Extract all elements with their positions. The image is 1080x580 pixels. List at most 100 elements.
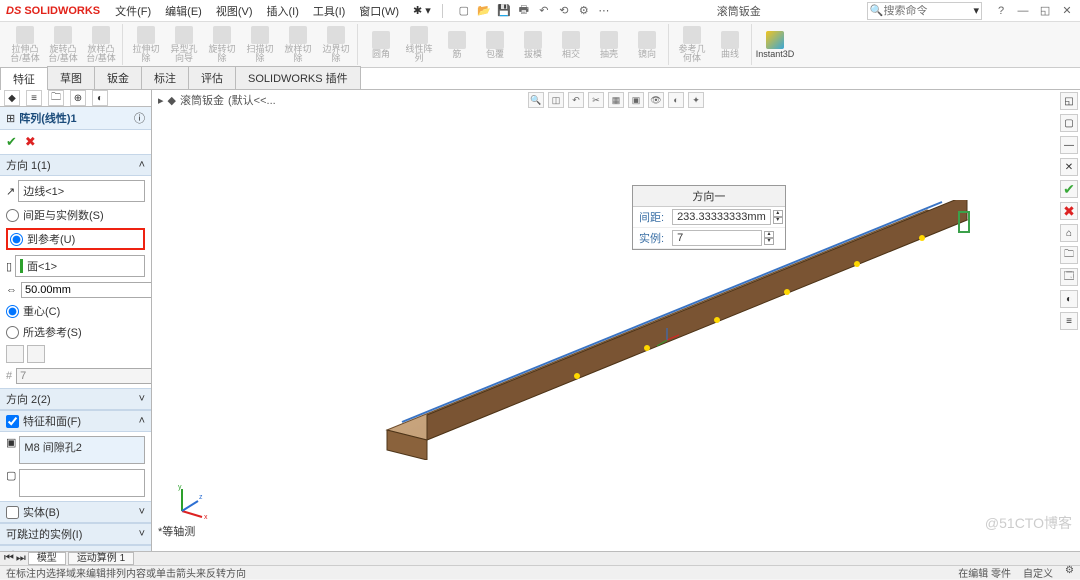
- fillet-button[interactable]: 圆角: [364, 25, 398, 65]
- menu-tools[interactable]: 工具(I): [308, 3, 350, 19]
- rib-button[interactable]: 筋: [440, 25, 474, 65]
- faces-list-box[interactable]: [19, 469, 145, 497]
- expand-icon[interactable]: ˅: [139, 528, 145, 540]
- boundary-cut-button[interactable]: 边界切除: [319, 25, 353, 65]
- callout-count-value[interactable]: 7: [672, 230, 762, 246]
- doc-max-icon[interactable]: ▢: [1060, 114, 1078, 132]
- tab-features[interactable]: 特征: [0, 67, 48, 90]
- pm-tab-property[interactable]: ≡: [26, 90, 42, 106]
- spacing-input[interactable]: [21, 282, 152, 298]
- more-icon[interactable]: ⋯: [597, 4, 611, 18]
- callout-spacing-spinner[interactable]: ▴▾: [773, 210, 783, 224]
- edge-selection-box[interactable]: 边线<1>: [18, 180, 145, 202]
- close-icon[interactable]: ✕: [1060, 4, 1074, 18]
- extrude-boss-button[interactable]: 拉伸凸台/基体: [8, 25, 42, 65]
- view-orientation-icon[interactable]: ▦: [608, 92, 624, 108]
- section-features-header[interactable]: 特征和面(F)˄: [0, 410, 151, 432]
- loft-boss-button[interactable]: 放样凸台/基体: [84, 25, 118, 65]
- new-icon[interactable]: ▢: [457, 4, 471, 18]
- scene-icon[interactable]: ✦: [688, 92, 704, 108]
- doc-restore-icon[interactable]: ◱: [1060, 92, 1078, 110]
- ref-geom-button[interactable]: 参考几何体: [675, 25, 709, 65]
- sweep-cut-button[interactable]: 扫描切除: [243, 25, 277, 65]
- task-pane-appearance-icon[interactable]: ◐: [1060, 290, 1078, 308]
- revolve-cut-button[interactable]: 旋转切除: [205, 25, 239, 65]
- shell-button[interactable]: 抽壳: [592, 25, 626, 65]
- pm-help-icon[interactable]: ⓘ: [134, 110, 145, 126]
- extrude-cut-button[interactable]: 拉伸切除: [129, 25, 163, 65]
- features-list-box[interactable]: M8 间隙孔2: [19, 436, 145, 464]
- doc-min-icon[interactable]: —: [1060, 136, 1078, 154]
- face-icon[interactable]: ▯: [6, 260, 12, 273]
- pattern-callout[interactable]: 方向一 间距: 233.33333333mm ▴▾ 实例: 7 ▴▾: [632, 185, 786, 250]
- menu-file[interactable]: 文件(F): [110, 3, 156, 19]
- view-triad[interactable]: x y z: [172, 481, 212, 521]
- face-selection-box[interactable]: 面<1>: [15, 255, 145, 277]
- tab-sheetmetal[interactable]: 钣金: [94, 66, 142, 89]
- menu-view[interactable]: 视图(V): [211, 3, 258, 19]
- breadcrumb[interactable]: ▸ ◆ 滚筒钣金 (默认<<...: [158, 92, 276, 108]
- tab-sketch[interactable]: 草图: [47, 66, 95, 89]
- tab-addins[interactable]: SOLIDWORKS 插件: [235, 66, 361, 89]
- draft-button[interactable]: 拔模: [516, 25, 550, 65]
- options-icon[interactable]: ⚙: [577, 4, 591, 18]
- menu-insert[interactable]: 插入(I): [262, 3, 304, 19]
- callout-spacing-value[interactable]: 233.33333333mm: [672, 209, 771, 225]
- graphics-area[interactable]: ▸ ◆ 滚筒钣金 (默认<<... 🔍 ◫ ↶ ✂ ▦ ▣ 👁 ◐ ✦ ◱ ▢ …: [152, 90, 1080, 551]
- search-dropdown-icon[interactable]: ▾: [973, 4, 979, 17]
- instance-count-input[interactable]: [16, 368, 152, 384]
- radio-selected-ref[interactable]: 所选参考(S): [6, 324, 145, 340]
- instant3d-button[interactable]: Instant3D: [758, 25, 792, 65]
- linear-pattern-button[interactable]: 线性阵列: [402, 25, 436, 65]
- curves-button[interactable]: 曲线: [713, 25, 747, 65]
- section-dir2-header[interactable]: 方向 2(2)˅: [0, 388, 151, 410]
- save-icon[interactable]: 💾: [497, 4, 511, 18]
- print-icon[interactable]: 🖶: [517, 4, 531, 18]
- section-skip-header[interactable]: 可跳过的实例(I)˅: [0, 523, 151, 545]
- hole-wizard-button[interactable]: 异型孔向导: [167, 25, 201, 65]
- loft-cut-button[interactable]: 放样切除: [281, 25, 315, 65]
- radio-centroid[interactable]: 重心(C): [6, 303, 145, 319]
- open-icon[interactable]: 📂: [477, 4, 491, 18]
- expand-icon[interactable]: ˅: [139, 393, 145, 405]
- pm-tab-appearance[interactable]: ◐: [92, 90, 108, 106]
- confirm-ok-icon[interactable]: ✔: [1060, 180, 1078, 198]
- task-pane-view-icon[interactable]: 🗔: [1060, 268, 1078, 286]
- search-box[interactable]: 🔍 ▾: [867, 2, 982, 20]
- zoom-area-icon[interactable]: ◫: [548, 92, 564, 108]
- menu-window[interactable]: 窗口(W): [354, 3, 404, 19]
- direction-icon[interactable]: ↗: [6, 185, 15, 198]
- appearance-icon[interactable]: ◐: [668, 92, 684, 108]
- pm-tab-dim[interactable]: ⊕: [70, 90, 86, 106]
- expand-icon[interactable]: ˅: [139, 506, 145, 518]
- menu-edit[interactable]: 编辑(E): [160, 3, 207, 19]
- undo-icon[interactable]: ↶: [537, 4, 551, 18]
- display-style-icon[interactable]: ▣: [628, 92, 644, 108]
- status-custom[interactable]: 自定义: [1023, 565, 1053, 580]
- status-settings-icon[interactable]: ⚙: [1065, 565, 1074, 580]
- collapse-icon[interactable]: ˄: [139, 550, 145, 551]
- menu-more[interactable]: ✱ ▾: [408, 4, 436, 17]
- pm-tab-config[interactable]: 🗀: [48, 90, 64, 106]
- search-input[interactable]: [883, 5, 973, 17]
- revolve-boss-button[interactable]: 旋转凸台/基体: [46, 25, 80, 65]
- bottom-tab-next-icon[interactable]: ⏭: [16, 552, 26, 565]
- prev-view-icon[interactable]: ↶: [568, 92, 584, 108]
- collapse-icon[interactable]: ˄: [139, 415, 145, 427]
- task-pane-home-icon[interactable]: ⌂: [1060, 224, 1078, 242]
- wrap-button[interactable]: 包覆: [478, 25, 512, 65]
- radio-spacing[interactable]: 间距与实例数(S): [6, 207, 145, 223]
- callout-count-spinner[interactable]: ▴▾: [764, 231, 774, 245]
- restore-icon[interactable]: ◱: [1038, 4, 1052, 18]
- tab-annotate[interactable]: 标注: [141, 66, 189, 89]
- pm-cancel-button[interactable]: ✖: [25, 134, 36, 150]
- section-options-header[interactable]: 选项(O)˄: [0, 545, 151, 551]
- hide-show-icon[interactable]: 👁: [648, 92, 664, 108]
- radio-up-to-reference[interactable]: 到参考(U): [10, 231, 141, 247]
- section-dir1-header[interactable]: 方向 1(1)˄: [0, 154, 151, 176]
- tab-model[interactable]: 模型: [28, 552, 66, 565]
- section-body-header[interactable]: 实体(B)˅: [0, 501, 151, 523]
- help-icon[interactable]: ?: [994, 4, 1008, 18]
- bottom-tab-prev-icon[interactable]: ⏮: [4, 552, 14, 565]
- rebuild-icon[interactable]: ⟲: [557, 4, 571, 18]
